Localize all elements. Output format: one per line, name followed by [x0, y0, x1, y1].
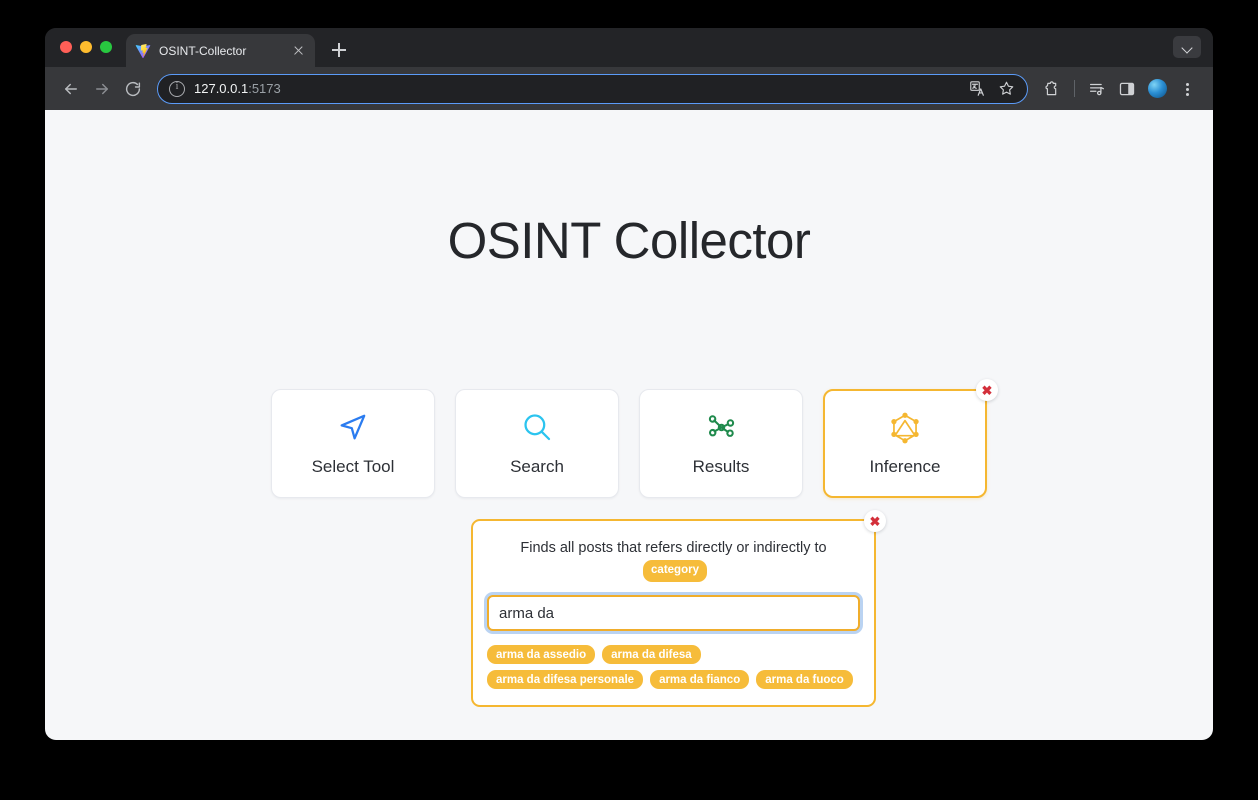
category-chip: category: [643, 559, 707, 582]
suggestion-chip[interactable]: arma da fuoco: [756, 670, 853, 689]
omnibox-actions: [964, 76, 1019, 102]
query-input[interactable]: [487, 595, 860, 631]
star-icon[interactable]: [993, 76, 1019, 102]
kebab-menu-icon[interactable]: [1173, 75, 1201, 103]
tab-close-icon[interactable]: [290, 43, 306, 59]
step-cards-row: Select Tool Search Results ✖ Inference: [45, 379, 1213, 498]
step-card-search[interactable]: Search: [455, 389, 619, 498]
tab-title: OSINT-Collector: [159, 43, 247, 58]
query-description: Finds all posts that refers directly or …: [487, 538, 860, 582]
back-arrow-icon[interactable]: [57, 75, 85, 103]
vite-logo-icon: [135, 43, 151, 58]
step-card-label: Results: [692, 457, 750, 476]
suggestion-list: arma da assedio arma da difesa arma da d…: [487, 645, 860, 689]
toolbar-actions: [1038, 75, 1201, 103]
maximize-window-button[interactable]: [100, 41, 112, 53]
tab-strip: OSINT-Collector: [45, 28, 1213, 67]
query-description-text: Finds all posts that refers directly or …: [520, 540, 827, 556]
new-tab-button[interactable]: [327, 38, 351, 62]
url-port: :5173: [248, 81, 281, 96]
close-icon[interactable]: ✖: [976, 379, 998, 401]
step-card-results[interactable]: Results: [639, 389, 803, 498]
page-viewport: OSINT Collector Select Tool Search Resul…: [45, 110, 1213, 740]
forward-arrow-icon[interactable]: [88, 75, 116, 103]
window-traffic-lights: [60, 41, 112, 53]
browser-window: OSINT-Collector 127.0.0.1:5173: [45, 28, 1213, 740]
extensions-puzzle-icon[interactable]: [1038, 75, 1066, 103]
browser-toolbar: 127.0.0.1:5173: [45, 67, 1213, 110]
reading-list-icon[interactable]: [1083, 75, 1111, 103]
site-info-icon[interactable]: [169, 80, 185, 97]
profile-avatar-icon[interactable]: [1143, 75, 1171, 103]
magnifier-icon: [521, 410, 553, 444]
suggestion-chip[interactable]: arma da fianco: [650, 670, 750, 689]
step-card-inference[interactable]: ✖ Inference: [823, 379, 998, 498]
close-window-button[interactable]: [60, 41, 72, 53]
step-card-label: Inference: [869, 457, 941, 476]
minimize-window-button[interactable]: [80, 41, 92, 53]
translate-icon[interactable]: [964, 76, 990, 102]
query-panel: ✖ Finds all posts that refers directly o…: [471, 510, 886, 707]
network-graph-icon: [706, 410, 737, 444]
toolbar-divider: [1074, 80, 1075, 97]
chevron-down-icon[interactable]: [1173, 36, 1201, 58]
side-panel-icon[interactable]: [1113, 75, 1141, 103]
navigation-arrow-icon: [337, 410, 369, 444]
reload-icon[interactable]: [119, 75, 147, 103]
close-icon[interactable]: ✖: [864, 510, 886, 532]
suggestion-chip[interactable]: arma da difesa: [602, 645, 701, 664]
omnibox[interactable]: 127.0.0.1:5173: [157, 73, 1028, 104]
step-card-label: Search: [510, 457, 564, 476]
url-host: 127.0.0.1: [194, 81, 249, 96]
browser-tab[interactable]: OSINT-Collector: [126, 34, 315, 67]
suggestion-chip[interactable]: arma da assedio: [487, 645, 596, 664]
page-title: OSINT Collector: [447, 212, 811, 269]
suggestion-chip[interactable]: arma da difesa personale: [487, 670, 644, 689]
url-text: 127.0.0.1:5173: [194, 81, 955, 96]
step-card-select-tool[interactable]: Select Tool: [271, 389, 435, 498]
step-card-label: Select Tool: [311, 457, 395, 476]
graphql-icon: [888, 410, 922, 444]
